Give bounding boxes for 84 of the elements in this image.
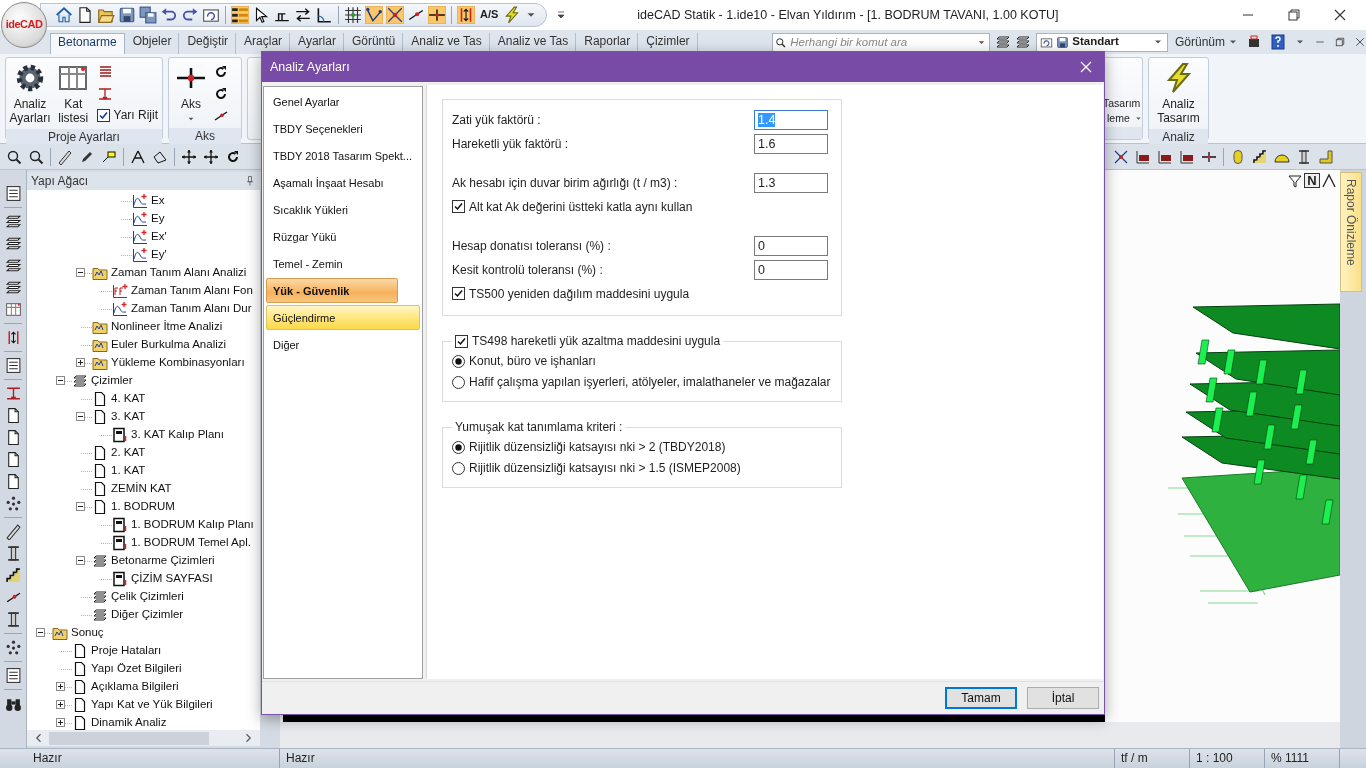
- status-text: Hazır: [27, 749, 280, 768]
- tree-item[interactable]: Zaman Tanım Alanı Dur: [131, 302, 252, 316]
- button-label[interactable]: leme: [1107, 112, 1130, 125]
- group-label: Aks: [169, 128, 241, 144]
- group-title: Yumuşak kat tanımlama kriteri :: [455, 420, 623, 434]
- tree-item[interactable]: Ey: [151, 212, 165, 226]
- tree-item[interactable]: Nonlineer İtme Analizi: [111, 320, 223, 334]
- dialog-button[interactable]: İptal: [1027, 687, 1099, 709]
- tree-item[interactable]: Sonuç: [71, 626, 104, 640]
- dialog-button[interactable]: Tamam: [945, 687, 1017, 709]
- nav-item[interactable]: Diğer: [266, 332, 420, 357]
- style-dropdown[interactable]: Standart: [1036, 32, 1168, 52]
- nav-item[interactable]: Aşamalı İnşaat Hesabı: [266, 170, 420, 195]
- group-label: Analiz: [1149, 129, 1208, 145]
- radio-label[interactable]: Rijitlik düzensizliği katsayısı nki > 2 (TBDY2018): [469, 440, 726, 455]
- nav-item[interactable]: Genel Ayarlar: [266, 89, 420, 114]
- tree-item[interactable]: Yapı Kat ve Yük Bilgileri: [91, 698, 213, 712]
- checkbox-label[interactable]: TS498 hareketli yük azaltma maddesini uygula: [472, 333, 721, 349]
- tree-item[interactable]: 1. BODRUM Kalıp Planı: [131, 518, 254, 532]
- tree-item[interactable]: Euler Burkulma Analizi: [111, 338, 227, 352]
- tree-item[interactable]: Çizimler: [91, 374, 133, 388]
- radio-label[interactable]: Hafif çalışma yapılan işyerleri, atölyeler, imalathaneler ve mağazalar: [469, 375, 831, 390]
- tree-item[interactable]: 4. KAT: [111, 392, 146, 406]
- tree-item[interactable]: Zaman Tanım Alanı Analizi: [111, 266, 247, 280]
- nav-item[interactable]: Yük - Güvenlik: [266, 278, 398, 303]
- tree-item[interactable]: 1. BODRUM: [111, 500, 175, 514]
- input-field[interactable]: 1.6: [754, 134, 828, 154]
- checkbox-label[interactable]: TS500 yeniden dağılım maddesini uygula: [469, 286, 690, 302]
- ribbon-tab[interactable]: Betonarme: [50, 33, 125, 54]
- status-text: 1 : 100: [1190, 749, 1265, 768]
- checkbox-label[interactable]: Alt kat Ak değerini üstteki katla aynı kullan: [469, 199, 693, 215]
- text-style-button[interactable]: A/S: [478, 8, 501, 22]
- axis-button[interactable]: Aks: [173, 60, 209, 126]
- analysis-design-button[interactable]: Analiz Tasarım: [1153, 60, 1204, 127]
- tree-item[interactable]: 3. KAT Kalıp Planı: [131, 428, 224, 442]
- field-label: Ak hesabı için duvar birim ağırlığı (t / m3) :: [452, 175, 679, 191]
- tree-item[interactable]: Yükleme Kombinasyonları: [111, 356, 245, 370]
- panel-title: Yapı Ağacı: [31, 173, 89, 189]
- tree-item[interactable]: ZEMİN KAT: [111, 482, 172, 496]
- tree-item[interactable]: Açıklama Bilgileri: [91, 680, 179, 694]
- nav-item[interactable]: Temel - Zemin: [266, 251, 420, 276]
- status-text: % 1111: [1265, 749, 1340, 768]
- tree-item[interactable]: Ex': [151, 230, 167, 244]
- window-title: ideCAD Statik - 1.ide10 - Elvan Yıldırım - [1. BODRUM TAVANI, 1.00 KOTU]: [637, 7, 1059, 23]
- button-label[interactable]: Tasarım: [1103, 97, 1142, 110]
- status-text: Hazır: [280, 749, 1115, 768]
- radio-label[interactable]: Konut, büro ve işhanları: [469, 354, 596, 369]
- tree-item[interactable]: Diğer Çizimler: [111, 608, 184, 622]
- radio-label[interactable]: Rijitlik düzensizliği katsayısı nki > 1.5 (ISMEP2008): [469, 461, 741, 476]
- group-label: Proje Ayarları: [6, 129, 162, 145]
- search-field[interactable]: Herhangi bir komut ara: [772, 32, 991, 52]
- tree-item[interactable]: Betonarme Çizimleri: [111, 554, 215, 568]
- floor-list-button[interactable]: Kat listesi: [54, 60, 93, 127]
- tree-item[interactable]: Proje Hataları: [91, 644, 162, 658]
- dialog-title: Analiz Ayarları: [270, 59, 350, 75]
- field-label: Hareketli yük faktörü :: [452, 136, 570, 152]
- tree-item[interactable]: ÇİZİM SAYFASI: [131, 572, 213, 586]
- tree-item[interactable]: 1. KAT: [111, 464, 146, 478]
- tree-item[interactable]: Dinamik Analiz: [91, 716, 167, 730]
- north-button[interactable]: N: [1304, 173, 1320, 188]
- tree-item[interactable]: Ex: [151, 194, 165, 208]
- nav-item[interactable]: TBDY Seçenekleri: [266, 116, 420, 141]
- tree-item[interactable]: Zaman Tanım Alanı Fon: [131, 284, 253, 298]
- checkbox-label[interactable]: Yarı Rijit: [113, 108, 158, 123]
- view-menu[interactable]: Görünüm: [1168, 34, 1245, 50]
- field-label: Kesit kontrolü toleransı (%) :: [452, 262, 604, 278]
- tree-item[interactable]: Ey': [151, 248, 167, 262]
- side-tab[interactable]: Rapor Önizleme: [1340, 172, 1362, 292]
- input-field[interactable]: 0: [754, 260, 828, 280]
- field-label: Hesap donatısı toleransı (%) :: [452, 238, 612, 254]
- field-label: Zati yük faktörü :: [452, 112, 542, 128]
- tree-item[interactable]: 1. BODRUM Temel Apl.: [131, 536, 251, 550]
- nav-item[interactable]: Sıcaklık Yükleri: [266, 197, 420, 222]
- tree-item[interactable]: 2. KAT: [111, 446, 146, 460]
- input-field[interactable]: 1.3: [754, 173, 828, 193]
- tree-item[interactable]: 3. KAT: [111, 410, 146, 424]
- tree-item[interactable]: Çelik Çizimleri: [111, 590, 184, 604]
- status-text: tf / m: [1115, 749, 1190, 768]
- analysis-settings-button[interactable]: Analiz Ayarları: [10, 60, 50, 127]
- input-field[interactable]: 0: [754, 236, 828, 256]
- nav-item[interactable]: Güçlendirme: [266, 305, 420, 330]
- nav-item[interactable]: TBDY 2018 Tasarım Spekt...: [266, 143, 420, 168]
- nav-item[interactable]: Rüzgar Yükü: [266, 224, 420, 249]
- tree-item[interactable]: Yapı Özet Bilgileri: [91, 662, 182, 676]
